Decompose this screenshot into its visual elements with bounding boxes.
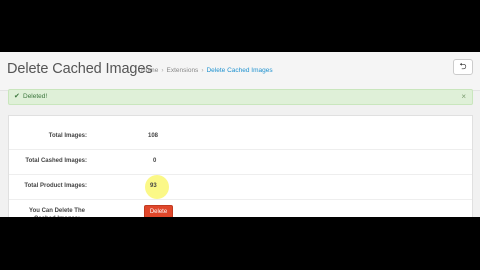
product-images-value: 93 <box>150 183 157 189</box>
alert-message: Deleted! <box>23 93 48 100</box>
total-images-label: Total Images: <box>48 133 87 139</box>
breadcrumb-separator: › <box>161 67 164 74</box>
row-total-images: Total Images: 108 <box>9 124 472 150</box>
breadcrumb-current[interactable]: Delete Cached Images <box>206 67 272 74</box>
breadcrumb-home[interactable]: Home <box>141 67 158 74</box>
breadcrumb-separator: › <box>201 67 204 74</box>
undo-arrow-icon: ⮌ <box>459 61 467 71</box>
product-images-label: Total Product Images: <box>24 183 87 189</box>
row-cached-images: Total Cashed Images: 0 <box>9 149 472 175</box>
total-images-value: 108 <box>148 133 159 139</box>
row-product-images: Total Product Images: 93 <box>9 174 472 200</box>
page-header: Delete Cached Images Home › Extensions › Del… <box>0 52 480 91</box>
cursor-highlight <box>145 175 169 199</box>
back-button[interactable]: ⮌ <box>453 59 473 75</box>
success-alert: ✔ Deleted! × <box>8 89 473 105</box>
delete-cached-label: You Can Delete The Cached Images: <box>29 208 85 217</box>
row-delete: You Can Delete The Cached Images: Delete <box>9 199 472 217</box>
app-screen: Delete Cached Images Home › Extensions › Del… <box>0 52 480 217</box>
cached-images-value: 0 <box>153 158 157 164</box>
page-title: Delete Cached Images <box>7 61 153 77</box>
close-icon[interactable]: × <box>461 92 466 101</box>
check-circle-icon: ✔ <box>14 93 20 100</box>
delete-button[interactable]: Delete <box>144 205 173 217</box>
cached-images-label: Total Cashed Images: <box>25 158 87 164</box>
breadcrumb: Home › Extensions › Delete Cached Images <box>141 67 273 74</box>
breadcrumb-extensions[interactable]: Extensions <box>167 67 199 74</box>
stats-panel: Total Images: 108 Total Cashed Images: 0… <box>8 115 473 217</box>
